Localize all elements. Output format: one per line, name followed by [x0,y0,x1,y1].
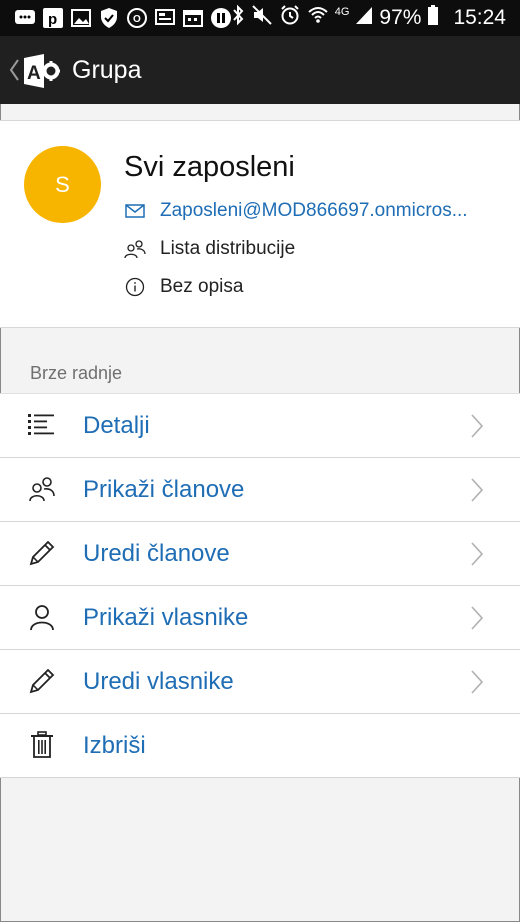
pause-icon [210,7,232,29]
avatar: S [24,146,101,223]
action-label: Izbriši [83,732,146,759]
status-bar: p O 4G 97% 15:24 [0,0,520,36]
pencil-icon [28,539,56,567]
action-show-owners[interactable]: Prikaži vlasnike [0,586,520,650]
chevron-right-icon [470,541,484,572]
email-row[interactable]: Zaposleni@MOD866697.onmicros... [124,200,468,222]
quick-actions-label: Brze radnje [30,363,123,383]
action-edit-members[interactable]: Uredi članove [0,522,520,586]
signal-icon [355,5,373,31]
group-type-row: Lista distribucije [124,238,295,260]
chevron-right-icon [470,669,484,700]
network-type: 4G [334,6,350,18]
action-edit-owners[interactable]: Uredi vlasnike [0,650,520,714]
alarm-icon [279,4,301,32]
chat-icon [14,7,36,29]
action-show-members[interactable]: Prikaži članove [0,458,520,522]
trash-icon [28,731,56,759]
info-icon [124,277,146,297]
admin-app-logo-icon: A [22,53,60,89]
calendar-icon [182,7,204,29]
battery-percent: 97% [379,6,422,29]
svg-text:O: O [133,14,141,25]
description-row: Bez opisa [124,276,243,298]
people-icon [28,475,56,503]
notification-icons: p O [14,7,232,29]
quick-actions-list: Detalji Prikaži članove Uredi članove Pr… [0,393,520,778]
chevron-right-icon [470,477,484,508]
system-indicators: 4G 97% 15:24 [231,0,506,36]
group-type: Lista distribucije [160,238,296,259]
chevron-right-icon [470,413,484,444]
app-logo-letter: A [27,63,41,84]
page-title: Grupa [72,56,142,84]
app-bar: A Grupa [0,36,520,104]
wifi-icon [307,4,329,32]
action-details[interactable]: Detalji [0,393,520,458]
svg-text:p: p [48,11,57,28]
action-label: Prikaži vlasnike [83,604,249,631]
group-email-link[interactable]: Zaposleni@MOD866697.onmicros... [160,200,468,222]
group-name: Svi zaposleni [124,151,295,183]
chevron-right-icon [470,605,484,636]
action-label: Detalji [83,412,150,439]
mute-icon [251,4,273,32]
list-icon [28,411,56,439]
mail-icon [124,201,146,221]
action-delete[interactable]: Izbriši [0,714,520,778]
group-description: Bez opisa [160,276,244,297]
image-icon [70,7,92,29]
battery-icon [427,4,439,32]
people-icon [124,239,146,259]
action-label: Uredi vlasnike [83,668,234,695]
action-label: Prikaži članove [83,476,245,503]
bluetooth-icon [231,4,245,32]
shield-icon [98,7,120,29]
group-card: S Svi zaposleni Zaposleni@MOD866697.onmi… [0,120,520,328]
action-label: Uredi članove [83,540,230,567]
clock: 15:24 [453,6,506,29]
outlook-icon: O [126,7,148,29]
pencil-icon [28,667,56,695]
back-button[interactable] [8,58,20,87]
parking-icon: p [42,7,64,29]
person-icon [28,603,56,631]
cast-icon [154,7,176,29]
